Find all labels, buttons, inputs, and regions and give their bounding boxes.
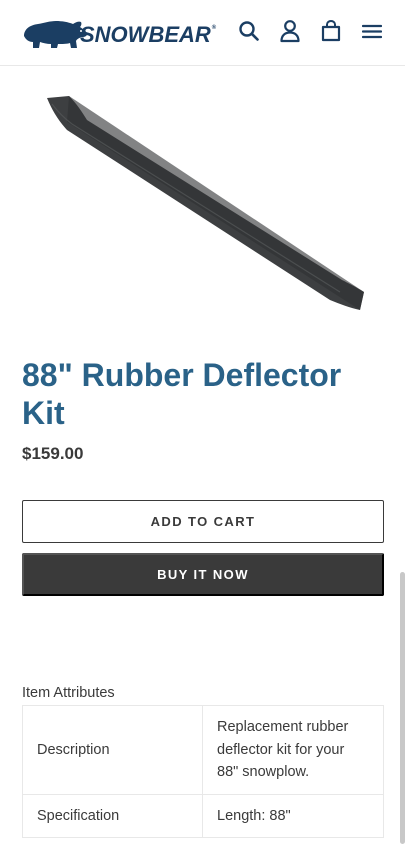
menu-icon[interactable] xyxy=(359,18,385,44)
cart-icon[interactable] xyxy=(318,18,344,44)
search-icon[interactable] xyxy=(236,18,262,44)
bear-logo-icon xyxy=(24,21,87,48)
registered-mark: ® xyxy=(211,25,217,31)
product-price: $159.00 xyxy=(22,444,84,463)
brand-wordmark: SNOWBEAR xyxy=(80,22,211,47)
account-icon[interactable] xyxy=(277,18,303,44)
site-header: SNOWBEAR ® xyxy=(0,0,405,66)
snowbear-logo[interactable]: SNOWBEAR ® xyxy=(22,10,216,50)
add-to-cart-button[interactable]: ADD TO CART xyxy=(22,500,384,543)
attribute-key: Description xyxy=(22,705,203,795)
table-row: Description Replacement rubber deflector… xyxy=(22,705,384,795)
buy-it-now-button[interactable]: BUY IT NOW xyxy=(22,553,384,596)
attributes-table: Description Replacement rubber deflector… xyxy=(22,705,384,838)
product-image[interactable] xyxy=(22,82,384,332)
attributes-heading: Item Attributes xyxy=(22,685,115,701)
attribute-key: Specification xyxy=(22,793,203,838)
product-title: 88" Rubber Deflector Kit xyxy=(22,357,342,431)
table-row: Specification Length: 88" xyxy=(22,793,384,838)
attribute-value: Replacement rubber deflector kit for you… xyxy=(202,705,384,795)
scrollbar[interactable] xyxy=(400,572,405,844)
attribute-value: Length: 88" xyxy=(202,793,384,838)
